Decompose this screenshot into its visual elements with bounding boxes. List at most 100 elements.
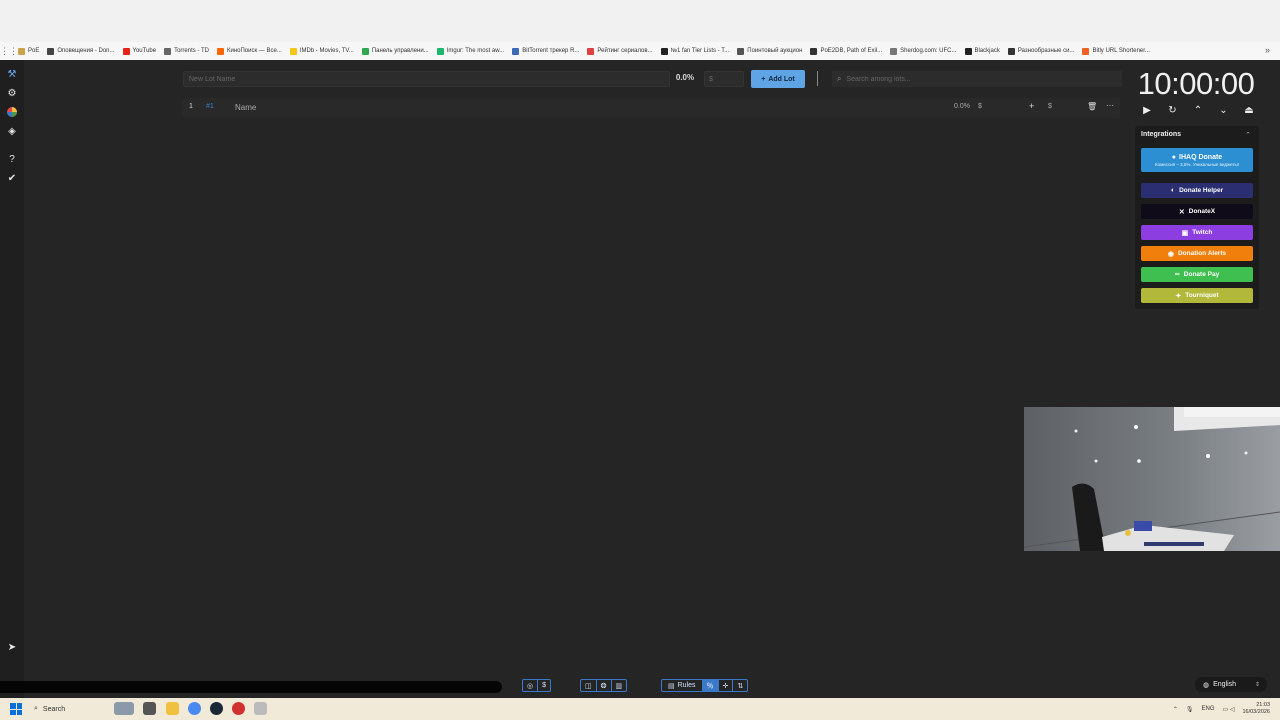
widgets-icon[interactable] (114, 702, 134, 715)
bookmark-item[interactable]: Torrents - TD (164, 47, 209, 55)
timer-display: 10:00:00 (1137, 66, 1255, 101)
bookmarks-bar: ⋮⋮ PoE Оповещения - Don... YouTube Torrents… (0, 42, 1280, 60)
network-volume-icon[interactable]: ▭ ◁ (1223, 706, 1235, 713)
bookmark-favicon-icon (122, 47, 130, 55)
chevron-up-icon[interactable]: ⌃ (1191, 105, 1205, 116)
donatex-button[interactable]: ✕ DonateX (1141, 204, 1253, 219)
percent-toggle-icon[interactable]: ％ (702, 680, 719, 691)
donation-alerts-button[interactable]: ◉ Donation Alerts (1141, 246, 1253, 261)
wheel-tool-icon[interactable]: ❂ (597, 680, 612, 691)
steam-icon[interactable] (210, 702, 223, 715)
gear-icon[interactable]: ⚙ (5, 87, 19, 101)
auction-hammer-icon[interactable]: ⚒ (5, 68, 19, 82)
bookmark-label: Панель управлени... (371, 48, 429, 54)
amount-input[interactable] (704, 71, 744, 87)
lot-row[interactable]: 1 #1 Name 0.0% $ + $ 🗑 ··· (182, 98, 1120, 118)
chevron-up-icon[interactable]: ⌃ (1173, 706, 1178, 713)
bookmark-label: Рейтинг сериалов... (597, 48, 653, 54)
ihaq-donate-button[interactable]: ● IHAQ Donate Комиссия – 3,5%. Уникальны… (1141, 148, 1253, 172)
microphone-icon[interactable]: 🎙 (1186, 706, 1194, 713)
tourniquet-icon: ✦ (1175, 292, 1182, 300)
github-icon[interactable]: ◎ (523, 680, 539, 691)
bookmark-item[interactable]: Blackjack (964, 47, 1000, 55)
progress-strip (0, 681, 502, 693)
sort-icon[interactable]: ⇅ (733, 680, 747, 691)
layers-icon[interactable]: ◈ (5, 125, 19, 139)
bookmark-label: Поинтовый аукцион (747, 48, 803, 54)
donate-dollar-icon[interactable]: $ (538, 680, 550, 691)
bookmark-label: PoE2DB, Path of Exil... (820, 48, 883, 54)
bookmark-item[interactable]: PoE2DB, Path of Exil... (810, 47, 883, 55)
bookmarks-overflow-icon[interactable]: » (1265, 45, 1270, 55)
add-lot-button[interactable]: + Add Lot (751, 70, 805, 88)
twitch-button[interactable]: ▣ Twitch (1141, 225, 1253, 240)
play-icon[interactable]: ▶ (1140, 105, 1154, 116)
lot-name[interactable]: Name (235, 103, 256, 112)
bookmark-label: КиноПоиск — Все... (227, 48, 282, 54)
bookmark-item[interactable]: Bitly URL Shortener... (1082, 47, 1150, 55)
bookmark-label: Bitly URL Shortener... (1092, 48, 1150, 54)
bookmark-item[interactable]: Imgur: The most aw... (436, 47, 504, 55)
clock[interactable]: 21:03 16/03/2026 (1242, 702, 1270, 716)
donatex-label: DonateX (1188, 208, 1216, 215)
task-view-icon[interactable] (143, 702, 156, 715)
donate-helper-button[interactable]: ◐ Donate Helper (1141, 183, 1253, 198)
more-icon[interactable]: ··· (1106, 101, 1114, 110)
bookmark-item[interactable]: КиноПоиск — Все... (217, 47, 282, 55)
tourniquet-button[interactable]: ✦ Tourniquet (1141, 288, 1253, 303)
bookmark-favicon-icon (18, 47, 25, 55)
telegram-icon[interactable]: ➤ (5, 641, 19, 655)
new-lot-name-input[interactable] (183, 71, 670, 87)
donate-helper-icon: ◐ (1170, 187, 1176, 194)
bookmark-item[interactable]: Панель управлени... (361, 47, 429, 55)
bookmark-item[interactable]: PoE (18, 47, 40, 55)
webcam-overlay (1024, 407, 1280, 551)
chevron-down-icon[interactable]: ⌄ (1217, 105, 1231, 116)
wheel-icon[interactable] (5, 106, 19, 120)
bookmark-item[interactable]: BitTorrent трекер R... (512, 47, 579, 55)
bookmark-item[interactable]: Поинтовый аукцион (737, 47, 803, 55)
donate-pay-button[interactable]: ∞ Donate Pay (1141, 267, 1253, 282)
reset-icon[interactable]: ↻ (1166, 105, 1180, 116)
lot-index: 1 (189, 103, 193, 110)
app-icon[interactable] (254, 702, 267, 715)
rules-button[interactable]: ▤ Rules (662, 680, 703, 691)
ihaq-label: IHAQ Donate (1179, 153, 1223, 161)
new-lot-percent: 0.0% (675, 73, 695, 82)
bookmark-item[interactable]: Оповещения - Don... (47, 47, 115, 55)
timer-controls: ▶ ↻ ⌃ ⌄ ⏏ (1140, 105, 1256, 116)
bookmark-favicon-icon (217, 47, 224, 55)
bookmark-label: Torrents - TD (174, 48, 209, 54)
tourniquet-label: Tourniquet (1185, 292, 1219, 299)
amount-currency-icon[interactable]: $ (1048, 103, 1052, 110)
add-amount-icon[interactable]: + (1029, 101, 1034, 111)
trash-icon[interactable]: 🗑 (1087, 102, 1097, 111)
shield-check-icon[interactable]: ✔ (5, 172, 19, 186)
chrome-icon[interactable] (188, 702, 201, 715)
columns-icon[interactable]: ▥ (612, 680, 627, 691)
windows-start-icon[interactable] (10, 703, 22, 715)
help-icon[interactable]: ? (5, 153, 19, 167)
bookmark-favicon-icon (164, 47, 172, 55)
bookmark-item[interactable]: Разнообразные си... (1007, 47, 1074, 55)
eject-icon[interactable]: ⏏ (1242, 105, 1256, 116)
system-tray: ⌃ 🎙 ENG ▭ ◁ 21:03 16/03/2026 (1173, 698, 1280, 720)
move-icon[interactable]: ✛ (719, 680, 734, 691)
bookmark-label: IMDb - Movies, TV... (299, 48, 354, 54)
bookmark-item[interactable]: YouTube (122, 47, 157, 55)
file-explorer-icon[interactable] (166, 702, 179, 715)
tray-language[interactable]: ENG (1202, 706, 1215, 712)
language-select[interactable]: ◍ English ⇕ (1195, 677, 1267, 692)
bookmark-favicon-icon (289, 47, 297, 55)
bookmark-item[interactable]: Sherdog.com: UFC... (890, 47, 957, 55)
bookmark-item[interactable]: №1 fan Tier Lists - T... (660, 47, 729, 55)
app-icon[interactable] (232, 702, 245, 715)
search-input[interactable] (846, 75, 1097, 83)
bookmark-item[interactable]: Рейтинг сериалов... (587, 47, 653, 55)
bookmark-item[interactable]: IMDb - Movies, TV... (289, 47, 354, 55)
history-icon[interactable]: ◫ (581, 680, 597, 691)
bookmark-label: PoE (28, 48, 40, 54)
bookmark-label: YouTube (132, 48, 157, 54)
apps-grid-icon[interactable]: ⋮⋮ (0, 46, 18, 57)
collapse-icon[interactable]: ⌃ (1245, 131, 1251, 139)
